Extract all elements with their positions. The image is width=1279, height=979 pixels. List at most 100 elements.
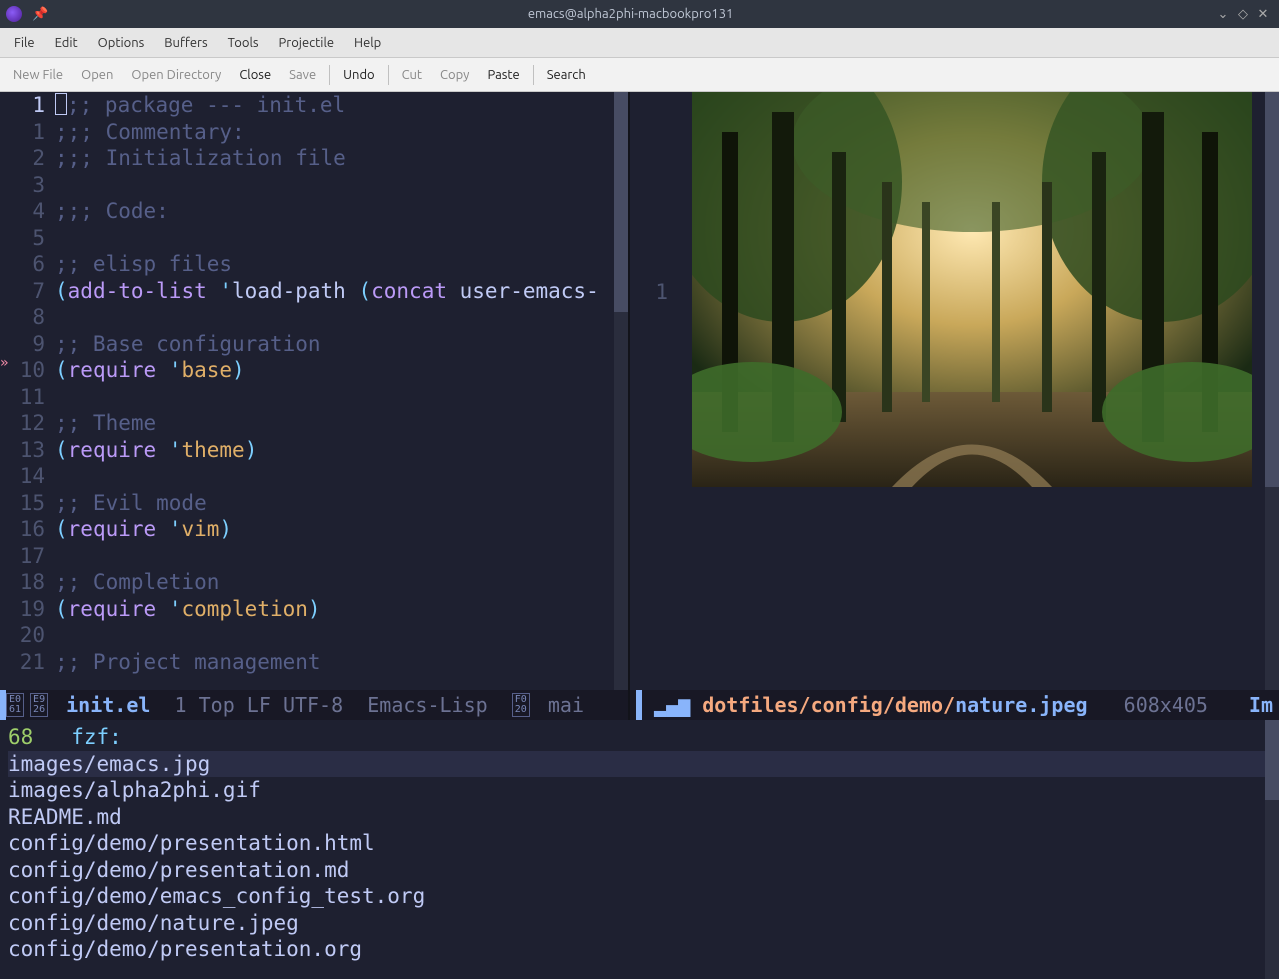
line-number-gutter: 1123456789101112131415161718192021 [0,92,55,690]
line-number: 18 [0,569,45,596]
maximize-button[interactable]: ◇ [1233,7,1253,22]
code-line[interactable]: ;; Base configuration [55,331,614,358]
eol-indicator: LF [247,693,271,717]
image-line-gutter: 1 [630,92,678,690]
line-number: 3 [0,172,45,199]
line-number: 7 [0,278,45,305]
right-image-pane: 1 [628,92,1279,720]
line-number: 13 [0,437,45,464]
line-number: 17 [0,543,45,570]
modeline-left: E061 E926 init.el 1 Top LF UTF-8 Emacs-L… [0,690,628,720]
menu-buffers[interactable]: Buffers [154,32,217,54]
fzf-item[interactable]: config/demo/presentation.md [8,857,1271,884]
toolbar-undo[interactable]: Undo [335,64,383,86]
scroll-position: Top [199,693,235,717]
code-editor[interactable]: 1123456789101112131415161718192021 ;; pa… [0,92,628,690]
emacs-app-icon [6,6,22,22]
code-line[interactable]: (require 'completion) [55,596,614,623]
fzf-item[interactable]: images/alpha2phi.gif [8,777,1271,804]
line-number: 15 [0,490,45,517]
major-mode: Emacs-Lisp [367,693,487,717]
menu-help[interactable]: Help [344,32,391,54]
code-line[interactable] [55,384,614,411]
modeline-badge: E061 [6,693,24,717]
code-line[interactable]: (require 'base) [55,357,614,384]
code-line[interactable]: ;; elisp files [55,251,614,278]
code-line[interactable]: (add-to-list 'load-path (concat user-ema… [55,278,614,305]
code-line[interactable]: ;;; Commentary: [55,119,614,146]
fzf-item[interactable]: README.md [8,804,1271,831]
menu-options[interactable]: Options [88,32,155,54]
line-number: 8 [0,304,45,331]
line-number: 2 [0,145,45,172]
vertical-scrollbar[interactable] [614,92,628,690]
code-line[interactable]: (require 'theme) [55,437,614,464]
toolbar-new-file[interactable]: New File [5,64,71,86]
line-number: 14 [0,463,45,490]
fzf-panel[interactable]: 68 fzf: images/emacs.jpgimages/alpha2phi… [0,720,1279,979]
menu-tools[interactable]: Tools [218,32,269,54]
code-line[interactable] [55,463,614,490]
line-number: 6 [0,251,45,278]
toolbar-open-directory[interactable]: Open Directory [123,64,229,86]
fzf-results[interactable]: images/emacs.jpgimages/alpha2phi.gifREAD… [8,751,1271,963]
forest-image [692,92,1252,487]
fzf-item[interactable]: config/demo/presentation.html [8,830,1271,857]
code-line[interactable]: ;;; Initialization file [55,145,614,172]
image-viewer[interactable]: 1 [630,92,1279,690]
toolbar-save[interactable]: Save [281,64,324,86]
toolbar-separator [533,65,534,85]
code-area[interactable]: ;; package --- init.el;;; Commentary:;;;… [55,92,614,690]
fzf-item[interactable]: config/demo/nature.jpeg [8,910,1271,937]
image-dimensions: 608x405 [1124,693,1208,717]
line-number: 21 [0,649,45,676]
menu-edit[interactable]: Edit [45,32,88,54]
cursor-line: 1 [175,693,187,717]
toolbar-close[interactable]: Close [231,64,279,86]
toolbar-open[interactable]: Open [73,64,121,86]
toolbar-copy[interactable]: Copy [432,64,477,86]
code-line[interactable] [55,172,614,199]
left-editor-pane: » 1123456789101112131415161718192021 ;; … [0,92,628,720]
flycheck-marker-icon: » [0,355,8,371]
toolbar-cut[interactable]: Cut [394,64,430,86]
buffer-file: nature.jpeg [955,693,1087,717]
code-line[interactable]: (require 'vim) [55,516,614,543]
code-line[interactable] [55,304,614,331]
code-line[interactable] [55,225,614,252]
modeline-accent [636,690,642,720]
major-mode: Im [1249,693,1273,717]
toolbar-search[interactable]: Search [539,64,594,86]
text-cursor [55,93,67,115]
line-number: 9 [0,331,45,358]
code-line[interactable]: ;; package --- init.el [55,92,614,119]
code-line[interactable] [55,622,614,649]
main-split: » 1123456789101112131415161718192021 ;; … [0,92,1279,720]
close-button[interactable]: ✕ [1253,7,1273,22]
menu-file[interactable]: File [4,32,45,54]
vertical-scrollbar[interactable] [1265,720,1279,979]
line-number: 1 [0,119,45,146]
modeline-badge: E926 [30,693,48,717]
line-number: 12 [0,410,45,437]
toolbar-paste[interactable]: Paste [479,64,527,86]
fzf-item[interactable]: images/emacs.jpg [8,751,1271,778]
vertical-scrollbar[interactable] [1265,92,1279,690]
code-line[interactable]: ;; Project management [55,649,614,676]
code-line[interactable]: ;; Completion [55,569,614,596]
code-line[interactable]: ;; Theme [55,410,614,437]
fzf-count: 68 [8,725,33,749]
code-line[interactable] [55,543,614,570]
line-number: 19 [0,596,45,623]
code-line[interactable]: ;;; Code: [55,198,614,225]
fzf-header: 68 fzf: [8,724,1271,751]
pin-icon[interactable]: 📌 [32,7,48,22]
fzf-item[interactable]: config/demo/emacs_config_test.org [8,883,1271,910]
minimize-button[interactable]: ⌄ [1213,7,1233,22]
image-holder [678,92,1265,690]
tool-bar: New FileOpenOpen DirectoryCloseSave Undo C… [0,58,1279,92]
fzf-item[interactable]: config/demo/presentation.org [8,936,1271,963]
menu-projectile[interactable]: Projectile [269,32,345,54]
git-branch: mai [548,693,584,717]
code-line[interactable]: ;; Evil mode [55,490,614,517]
